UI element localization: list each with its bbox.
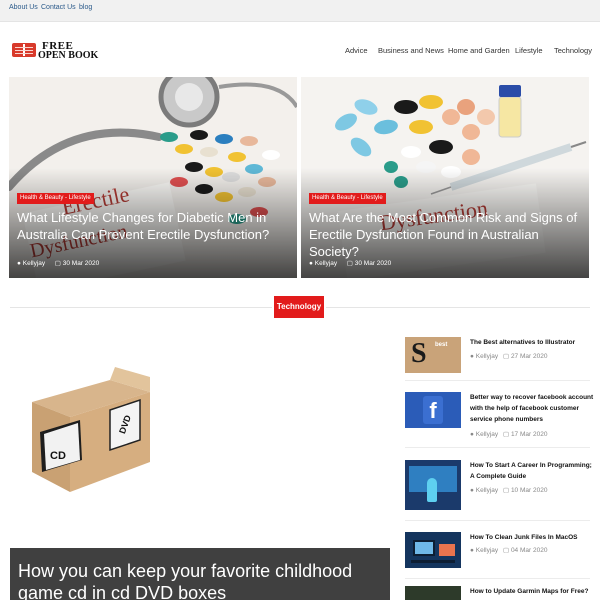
list-item-title[interactable]: How to Update Garmin Maps for Free? (470, 586, 595, 597)
user-icon: ● (470, 547, 474, 554)
about-us-link[interactable]: About Us (9, 4, 38, 11)
post-meta: ● Kellyjay ▢ 30 Mar 2020 (17, 259, 99, 267)
post-date: 17 Mar 2020 (510, 431, 548, 438)
post-author[interactable]: Kellyjay (476, 487, 498, 494)
post-author[interactable]: Kellyjay (476, 431, 498, 438)
post-author[interactable]: Kellyjay (315, 260, 337, 267)
book-icon (12, 43, 36, 57)
user-icon: ● (470, 353, 474, 360)
section-divider-right (326, 307, 590, 308)
calendar-icon: ▢ (346, 260, 353, 267)
list-item[interactable]: How To Start A Career In Programming; A … (405, 460, 595, 512)
contact-us-link[interactable]: Contact Us (41, 4, 76, 11)
list-divider (405, 447, 590, 448)
category-badge[interactable]: Health & Beauty - Lifestyle (17, 193, 94, 204)
list-divider (405, 520, 590, 521)
calendar-icon: ▢ (502, 353, 510, 360)
post-author[interactable]: Kellyjay (476, 353, 498, 360)
post-meta: ● Kellyjay ▢ 04 Mar 2020 (470, 546, 547, 554)
post-thumbnail[interactable]: f (405, 392, 461, 428)
post-author[interactable]: Kellyjay (476, 547, 498, 554)
post-meta: ● Kellyjay ▢ 30 Mar 2020 (309, 259, 391, 267)
site-logo[interactable]: FREE OPEN BOOK (12, 40, 102, 61)
calendar-icon: ▢ (502, 547, 510, 554)
list-item[interactable]: How To Clean Junk Files In MacOS ● Kelly… (405, 532, 595, 572)
post-thumbnail[interactable]: S best (405, 337, 461, 373)
feature-title[interactable]: How you can keep your favorite childhood… (18, 560, 388, 600)
hero-card[interactable]: Erectile Dysfunction Health & Beauty - L… (9, 77, 297, 278)
post-date: 10 Mar 2020 (510, 487, 548, 494)
post-meta: ● Kellyjay ▢ 10 Mar 2020 (470, 486, 547, 494)
list-item[interactable]: How to Update Garmin Maps for Free? (405, 586, 595, 600)
hero-title[interactable]: What Lifestyle Changes for Diabetic Men … (17, 209, 292, 243)
nav-item-lifestyle[interactable]: Lifestyle (515, 46, 543, 55)
list-item-title[interactable]: The Best alternatives to Illustrator (470, 337, 595, 348)
user-icon: ● (17, 260, 21, 267)
post-author[interactable]: Kellyjay (23, 260, 45, 267)
list-divider (405, 578, 590, 579)
post-meta: ● Kellyjay ▢ 27 Mar 2020 (470, 352, 547, 360)
nav-item-technology[interactable]: Technology (554, 46, 592, 55)
section-title-badge[interactable]: Technology (274, 296, 324, 318)
calendar-icon: ▢ (502, 431, 510, 438)
thumb-text: best (435, 342, 448, 348)
calendar-icon: ▢ (502, 487, 510, 494)
list-divider (405, 380, 590, 381)
user-icon: ● (470, 487, 474, 494)
nav-item-advice[interactable]: Advice (345, 46, 368, 55)
category-badge[interactable]: Health & Beauty - Lifestyle (309, 193, 386, 204)
nav-item-business-and-news[interactable]: Business and News (378, 46, 444, 55)
blog-link[interactable]: blog (79, 4, 92, 11)
post-date: 30 Mar 2020 (62, 260, 100, 267)
cd-label: CD (50, 450, 66, 462)
post-date: 27 Mar 2020 (510, 353, 548, 360)
nav-item-home-and-garden[interactable]: Home and Garden (448, 46, 510, 55)
user-icon: ● (470, 431, 474, 438)
post-meta: ● Kellyjay ▢ 17 Mar 2020 (470, 430, 547, 438)
list-item-title[interactable]: How To Clean Junk Files In MacOS (470, 532, 595, 543)
user-icon: ● (309, 260, 313, 267)
feature-post[interactable]: CD DVD How you can keep your favorite ch… (10, 322, 390, 600)
hero-card[interactable]: Dysfunction Health & Beauty - Lifestyle … (301, 77, 589, 278)
post-thumbnail[interactable] (405, 460, 461, 510)
post-thumbnail[interactable] (405, 532, 461, 568)
top-bar: About Us Contact Us blog (0, 0, 600, 22)
calendar-icon: ▢ (54, 260, 61, 267)
list-item-title[interactable]: Better way to recover facebook account w… (470, 392, 595, 425)
hero-title[interactable]: What Are the Most Common Risk and Signs … (309, 209, 584, 260)
list-item[interactable]: f Better way to recover facebook account… (405, 392, 595, 442)
logo-text-line2: OPEN BOOK (38, 50, 99, 61)
facebook-icon: f (423, 396, 443, 424)
list-item-title[interactable]: How To Start A Career In Programming; A … (470, 460, 595, 482)
post-date: 30 Mar 2020 (354, 260, 392, 267)
section-divider-left (10, 307, 272, 308)
post-thumbnail[interactable] (405, 586, 461, 600)
post-date: 04 Mar 2020 (510, 547, 548, 554)
list-item[interactable]: S best The Best alternatives to Illustra… (405, 337, 595, 377)
